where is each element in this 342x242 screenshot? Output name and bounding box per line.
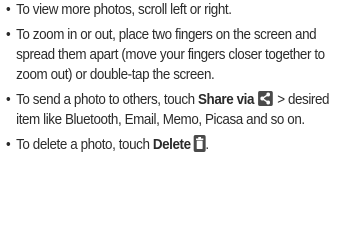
list-item-delete: • To delete a photo, touch Delete. — [6, 135, 342, 155]
item-text: To zoom in or out, place two fingers on … — [16, 27, 325, 83]
share-via-label: Share via — [198, 92, 255, 108]
bullet: • — [6, 2, 11, 18]
bullet: • — [6, 92, 11, 108]
list-item-zoom: • To zoom in or out, place two fingers on… — [6, 25, 342, 85]
item-text-after: . — [205, 137, 209, 153]
instruction-list: • To view more photos, scroll left or rig… — [6, 0, 340, 155]
list-item-share: • To send a photo to others, touch Share … — [6, 90, 342, 130]
item-text-before: To delete a photo, touch — [16, 137, 153, 153]
bullet: • — [6, 27, 11, 43]
item-text-before: To send a photo to others, touch — [16, 92, 199, 108]
share-icon — [258, 91, 273, 106]
instructions-document: • To view more photos, scroll left or rig… — [0, 0, 342, 242]
item-text: To view more photos, scroll left or righ… — [16, 2, 232, 18]
bullet: • — [6, 137, 11, 153]
delete-label: Delete — [152, 137, 191, 153]
trash-icon — [193, 135, 206, 152]
list-item-view-photos: • To view more photos, scroll left or rig… — [6, 0, 342, 20]
